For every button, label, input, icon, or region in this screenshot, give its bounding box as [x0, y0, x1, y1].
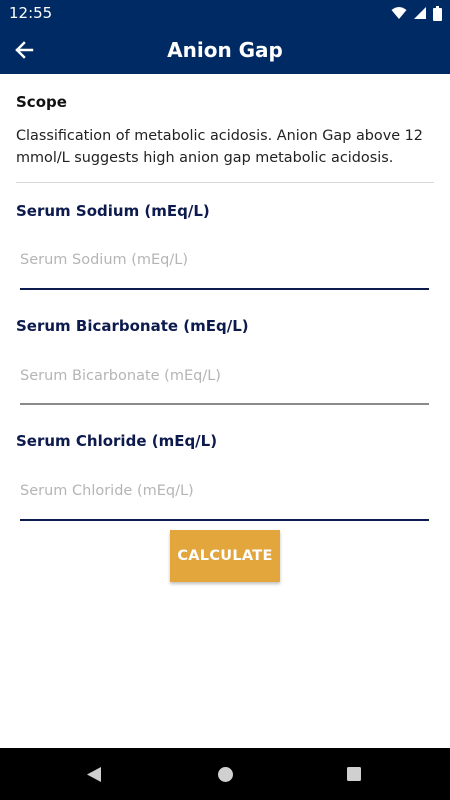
serum-bicarbonate-label: Serum Bicarbonate (mEq/L): [16, 317, 249, 335]
home-circle-icon[interactable]: [217, 766, 234, 783]
status-time: 12:55: [9, 4, 53, 22]
serum-sodium-input[interactable]: [20, 245, 429, 275]
wifi-icon: [391, 7, 407, 19]
status-icons: [391, 5, 442, 21]
system-nav-bar: [0, 748, 450, 800]
serum-sodium-underline: [20, 288, 429, 290]
serum-chloride-input[interactable]: [20, 476, 429, 506]
serum-chloride-underline: [20, 519, 429, 521]
cellular-signal-icon: [414, 7, 426, 19]
scope-description: Classification of metabolic acidosis. An…: [16, 128, 423, 166]
serum-bicarbonate-underline: [20, 403, 429, 405]
status-bar: 12:55: [0, 0, 450, 26]
battery-icon: [433, 5, 442, 21]
divider: [16, 182, 434, 183]
page-title: Anion Gap: [167, 38, 283, 62]
back-triangle-icon[interactable]: [86, 766, 102, 783]
calculate-button[interactable]: CALCULATE: [170, 530, 280, 582]
serum-bicarbonate-input[interactable]: [20, 361, 429, 391]
serum-chloride-label: Serum Chloride (mEq/L): [16, 432, 218, 450]
scope-title: Scope: [16, 93, 67, 111]
serum-sodium-label: Serum Sodium (mEq/L): [16, 202, 210, 220]
app-bar: Anion Gap: [0, 26, 450, 74]
recents-square-icon[interactable]: [346, 766, 362, 782]
